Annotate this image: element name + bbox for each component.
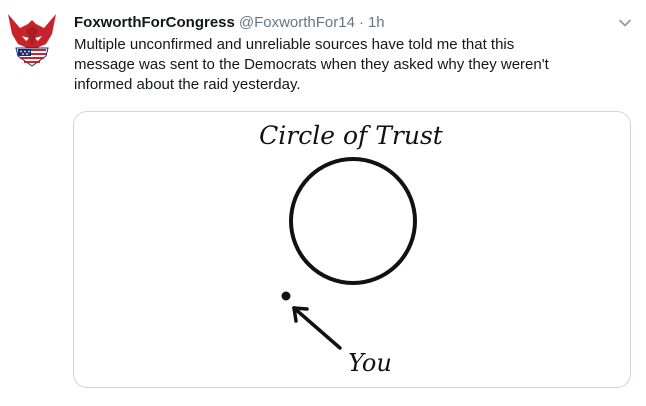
chevron-down-icon	[619, 19, 631, 27]
tweet-text: Multiple unconfirmed and unreliable sour…	[74, 35, 624, 95]
tweet-text-line: informed about the raid yesterday.	[74, 76, 301, 93]
you-label: You	[348, 349, 392, 377]
separator-dot: ·	[358, 14, 364, 31]
tweet-image[interactable]: Circle of Trust You	[73, 111, 631, 388]
user-handle[interactable]: @FoxworthFor14	[239, 14, 355, 31]
timestamp[interactable]: 1h	[368, 14, 385, 31]
tweet-header: FoxworthForCongress @FoxworthFor14 · 1h	[74, 13, 385, 33]
image-heading: Circle of Trust	[259, 121, 444, 150]
tweet-menu-button[interactable]	[618, 16, 632, 30]
tweet-text-line: message was sent to the Democrats when t…	[74, 56, 549, 73]
tweet[interactable]: FoxworthForCongress @FoxworthFor14 · 1h Mul…	[0, 0, 646, 406]
display-name[interactable]: FoxworthForCongress	[74, 14, 235, 31]
fox-logo-icon	[8, 14, 56, 67]
arrow-icon	[292, 306, 342, 350]
circle-of-trust-drawing: Circle of Trust You	[259, 121, 444, 377]
avatar[interactable]	[6, 10, 58, 68]
tweet-text-line: Multiple unconfirmed and unreliable sour…	[74, 36, 515, 53]
trust-circle	[289, 157, 417, 285]
you-dot	[281, 291, 291, 301]
